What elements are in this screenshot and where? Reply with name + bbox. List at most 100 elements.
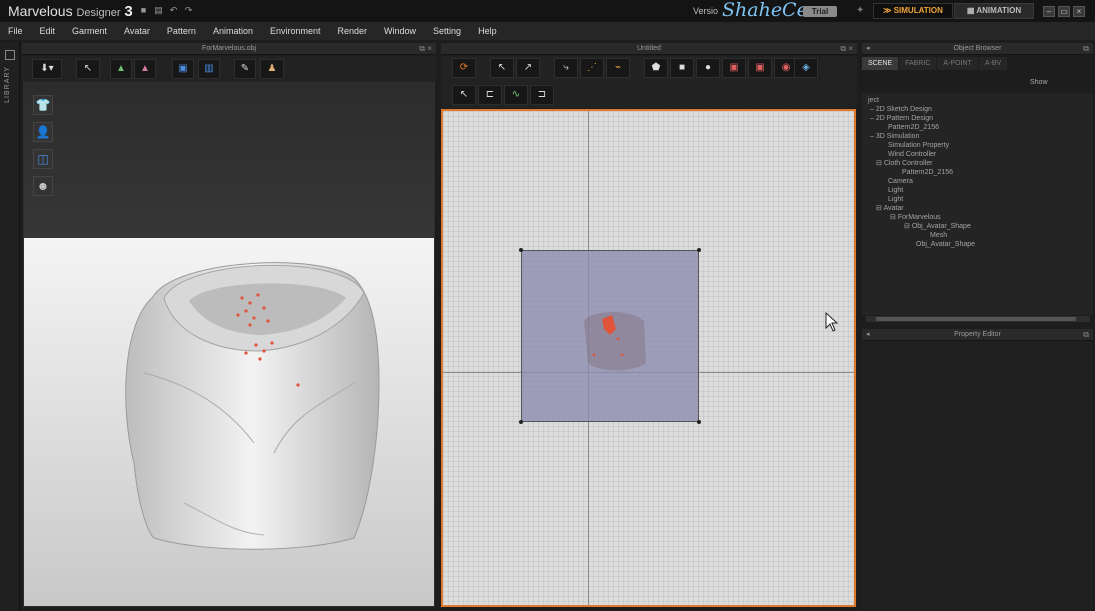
internal-polygon-button[interactable]: ▣ [722, 58, 746, 78]
tree-node[interactable]: ⊟ Obj_Avatar_Shape [904, 222, 971, 231]
2d-panel-window-buttons[interactable]: ⧉ × [840, 43, 853, 55]
tree-horizontal-scrollbar[interactable] [866, 316, 1090, 322]
tree-node[interactable]: Mesh [930, 231, 947, 240]
menu-bar: File Edit Garment Avatar Pattern Animati… [0, 22, 1095, 40]
free-sewing-button[interactable]: ∿ [504, 85, 528, 105]
pattern-piece[interactable] [521, 250, 699, 422]
menu-pattern[interactable]: Pattern [167, 22, 196, 40]
import-dropdown-button[interactable]: ⬇▾ [32, 59, 62, 79]
tree-node[interactable]: Light [888, 195, 903, 204]
garment-pink-button[interactable]: ▲ [134, 59, 156, 79]
tree-node[interactable]: ⊟ ForMarvelous [890, 213, 941, 222]
transform-pattern-button[interactable]: ↖ [490, 58, 514, 78]
3d-viewport[interactable]: 👕 👤 ◫ ☻ [23, 82, 435, 607]
tree-node[interactable]: ⊟ Avatar [876, 204, 904, 213]
tree-node[interactable]: Wind Controller [888, 150, 936, 159]
collapse-arrow-icon[interactable]: ◂ [866, 329, 870, 341]
shirt-blue-button[interactable]: ▣ [172, 59, 194, 79]
tree-node[interactable]: ⊟ Cloth Controller [876, 159, 932, 168]
tack-tool-button[interactable]: ⊐ [530, 85, 554, 105]
garment-green-button[interactable]: ▲ [110, 59, 132, 79]
pin-tool-button[interactable]: ✎ [234, 59, 256, 79]
app-name: Marvelous [8, 3, 73, 19]
dart-tool-button[interactable]: ◈ [794, 58, 818, 78]
internal-rectangle-button[interactable]: ▣ [748, 58, 772, 78]
edit-curvature-button[interactable]: ⤷ [554, 58, 578, 78]
fold-blue-button[interactable]: ▥ [198, 59, 220, 79]
menu-setting[interactable]: Setting [433, 22, 461, 40]
close-button[interactable]: × [1073, 6, 1085, 17]
collapse-arrow-icon[interactable]: ◂ [866, 43, 870, 55]
pattern-vertex[interactable] [519, 420, 523, 424]
redo-icon[interactable]: ↷ [183, 5, 194, 15]
pattern-vertex[interactable] [519, 248, 523, 252]
polygon-tool-button[interactable]: ⬟ [644, 58, 668, 78]
tree-node[interactable]: Camera [888, 177, 913, 186]
undo-icon[interactable]: ↶ [168, 5, 179, 15]
object-browser-window-button[interactable]: ⧉ [1083, 43, 1089, 55]
tree-node[interactable]: Light [888, 186, 903, 195]
library-icon[interactable] [5, 50, 15, 60]
avatar-tool-button[interactable]: ♟ [260, 59, 284, 79]
menu-window[interactable]: Window [384, 22, 416, 40]
2d-viewport[interactable] [441, 109, 856, 607]
quick-access-toolbar: ■ ▤ ↶ ↷ [138, 5, 194, 15]
edit-pattern-button[interactable]: ↗ [516, 58, 540, 78]
library-panel[interactable]: LIBRARY [0, 42, 20, 611]
2d-toolbar: ⟳ ↖ ↗ ⤷ ⋰ ⌁ ⬟ ■ ● ▣ ▣ ◉ ◈ ↖ ⊏ ∿ ⊐ [441, 56, 857, 108]
open-folder-icon[interactable]: ▤ [153, 5, 164, 15]
3d-panel-title: ForMarvelous.obj [201, 45, 257, 52]
menu-render[interactable]: Render [338, 22, 368, 40]
3d-panel-header: ForMarvelous.obj ⧉ × [22, 43, 436, 55]
edit-point-button[interactable]: ⌁ [606, 58, 630, 78]
object-browser-title: Object Browser [953, 45, 1002, 52]
rectangle-tool-button[interactable]: ■ [670, 58, 694, 78]
menu-edit[interactable]: Edit [40, 22, 56, 40]
tree-node[interactable]: – 3D Simulation [870, 132, 919, 141]
tree-node[interactable]: Pattern2D_2156 [902, 168, 953, 177]
menu-help[interactable]: Help [478, 22, 497, 40]
tab-scene[interactable]: SCENE [862, 57, 899, 70]
2d-panel-title: Untitled [637, 45, 661, 52]
tree-node-label: 3D Simulation [875, 133, 920, 140]
select-move-button[interactable]: ↖ [76, 59, 100, 79]
tree-node[interactable]: ject [868, 96, 879, 105]
tree-node-label: 2D Sketch Design [875, 106, 932, 113]
tab-fabric[interactable]: FABRIC [899, 57, 937, 70]
tree-node[interactable]: Simulation Property [888, 141, 949, 150]
tab-a-point[interactable]: A-POINT [937, 57, 978, 70]
edit-sewing-button[interactable]: ↖ [452, 85, 476, 105]
animation-label: ANIMATION [976, 6, 1022, 15]
menu-avatar[interactable]: Avatar [124, 22, 150, 40]
simulation-label: SIMULATION [893, 6, 943, 15]
segment-sewing-button[interactable]: ⊏ [478, 85, 502, 105]
menu-animation[interactable]: Animation [213, 22, 253, 40]
library-label: LIBRARY [4, 66, 11, 103]
pin-icon[interactable]: ✦ [856, 6, 866, 16]
property-editor-window-button[interactable]: ⧉ [1083, 329, 1089, 341]
menu-file[interactable]: File [8, 22, 23, 40]
trial-badge: Trial [803, 6, 837, 17]
menu-garment[interactable]: Garment [72, 22, 107, 40]
mouse-cursor-icon [825, 312, 839, 332]
tab-a-bv[interactable]: A-BV [978, 57, 1008, 70]
tree-node[interactable]: Pattern2D_2156 [888, 123, 939, 132]
pattern-vertex[interactable] [697, 420, 701, 424]
minimize-button[interactable]: – [1043, 6, 1055, 17]
add-point-button[interactable]: ⋰ [580, 58, 604, 78]
3d-panel-window-buttons[interactable]: ⧉ × [419, 43, 432, 55]
tree-node[interactable]: Obj_Avatar_Shape [916, 240, 975, 249]
pattern-vertex[interactable] [697, 248, 701, 252]
circle-tool-button[interactable]: ● [696, 58, 720, 78]
maximize-button[interactable]: ▭ [1058, 6, 1070, 17]
show-button[interactable]: Show [1030, 79, 1048, 86]
menu-environment[interactable]: Environment [270, 22, 321, 40]
simulation-mode-button[interactable]: ≫ SIMULATION [873, 3, 953, 19]
pattern-overlay [584, 312, 646, 371]
save-icon[interactable]: ■ [138, 5, 149, 15]
simulate-toggle-button[interactable]: ⟳ [452, 58, 476, 78]
tree-node[interactable]: – 2D Sketch Design [870, 105, 932, 114]
tree-node[interactable]: – 2D Pattern Design [870, 114, 933, 123]
animation-mode-button[interactable]: ▦ ANIMATION [954, 3, 1034, 19]
scrollbar-thumb[interactable] [876, 317, 1076, 321]
